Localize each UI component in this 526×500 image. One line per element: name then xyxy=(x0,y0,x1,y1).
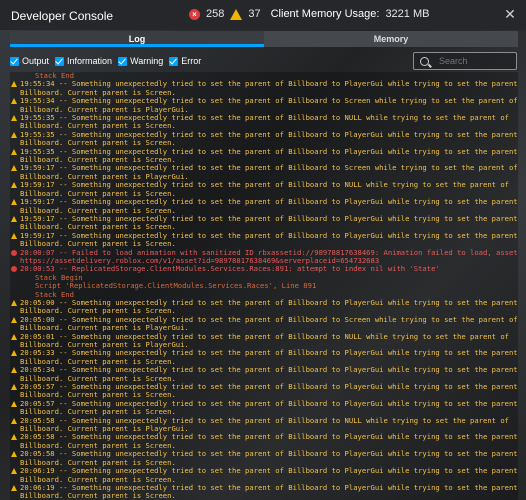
warning-icon xyxy=(11,98,17,105)
filter-warning-label: Warning xyxy=(130,56,164,66)
tab-memory[interactable]: Memory xyxy=(264,31,518,47)
error-count: 258 xyxy=(206,8,225,20)
tab-log[interactable]: Log xyxy=(10,31,264,47)
client-memory-value: 3221 MB xyxy=(385,8,430,20)
warning-icon xyxy=(11,333,17,340)
stats-bar: × 258 37 Client Memory Usage: 3221 MB xyxy=(189,8,429,20)
checkbox-icon xyxy=(55,56,65,66)
warning-icon xyxy=(11,350,17,357)
warning-icon xyxy=(11,468,17,475)
warning-icon xyxy=(11,131,17,138)
warning-icon xyxy=(11,182,17,189)
log-line: 20:00:53 -- ReplicatedStorage.ClientModu… xyxy=(10,265,518,273)
log-line-text: Billboard. Current parent is Screen. xyxy=(20,491,176,500)
filter-output-label: Output xyxy=(22,56,50,66)
warning-icon xyxy=(11,299,17,306)
warning-icon xyxy=(230,8,243,20)
filter-warning-checkbox[interactable]: Warning xyxy=(118,56,163,66)
error-icon xyxy=(11,266,17,273)
warning-icon xyxy=(11,165,17,172)
warning-icon xyxy=(11,484,17,491)
filter-bar: Output Information Warning Error xyxy=(10,52,518,70)
warning-icon xyxy=(11,232,17,239)
title-bar: Developer Console × 258 37 Client Memory… xyxy=(0,0,526,30)
checkbox-icon xyxy=(169,56,179,66)
log-line: Script 'ReplicatedStorage.ClientModules.… xyxy=(10,281,518,291)
window-title: Developer Console xyxy=(11,9,114,23)
log-output[interactable]: Stack End 19:55:34 -- Something unexpecte… xyxy=(10,72,518,500)
warning-icon xyxy=(11,316,17,323)
checkbox-icon xyxy=(10,56,19,66)
error-icon: × xyxy=(189,8,200,20)
warning-icon xyxy=(11,451,17,458)
client-memory-label: Client Memory Usage: xyxy=(270,8,380,20)
error-icon xyxy=(11,249,17,256)
warning-icon xyxy=(11,417,17,424)
log-line-text: 20:00:53 -- ReplicatedStorage.ClientModu… xyxy=(20,264,440,274)
search-input[interactable] xyxy=(437,55,516,67)
warning-icon xyxy=(11,400,17,407)
log-line-text: Script 'ReplicatedStorage.ClientModules.… xyxy=(35,281,317,291)
tab-bar: Log Memory xyxy=(10,31,518,47)
filter-information-label: Information xyxy=(67,56,113,66)
checkbox-icon xyxy=(118,56,128,66)
warning-count: 37 xyxy=(248,8,261,20)
filter-output-checkbox[interactable]: Output xyxy=(10,56,49,66)
filter-information-checkbox[interactable]: Information xyxy=(55,56,112,66)
filter-error-checkbox[interactable]: Error xyxy=(169,56,201,66)
warning-icon xyxy=(11,215,17,222)
warning-icon xyxy=(11,384,17,391)
warning-icon xyxy=(11,81,17,88)
warning-icon xyxy=(11,148,17,155)
warning-icon xyxy=(11,434,17,441)
close-icon[interactable]: ✕ xyxy=(502,6,518,22)
search-box[interactable] xyxy=(413,52,517,70)
warning-icon xyxy=(11,199,17,206)
filter-error-label: Error xyxy=(181,56,202,66)
warning-icon xyxy=(11,367,17,374)
warning-icon xyxy=(11,115,17,122)
search-icon xyxy=(420,56,429,66)
